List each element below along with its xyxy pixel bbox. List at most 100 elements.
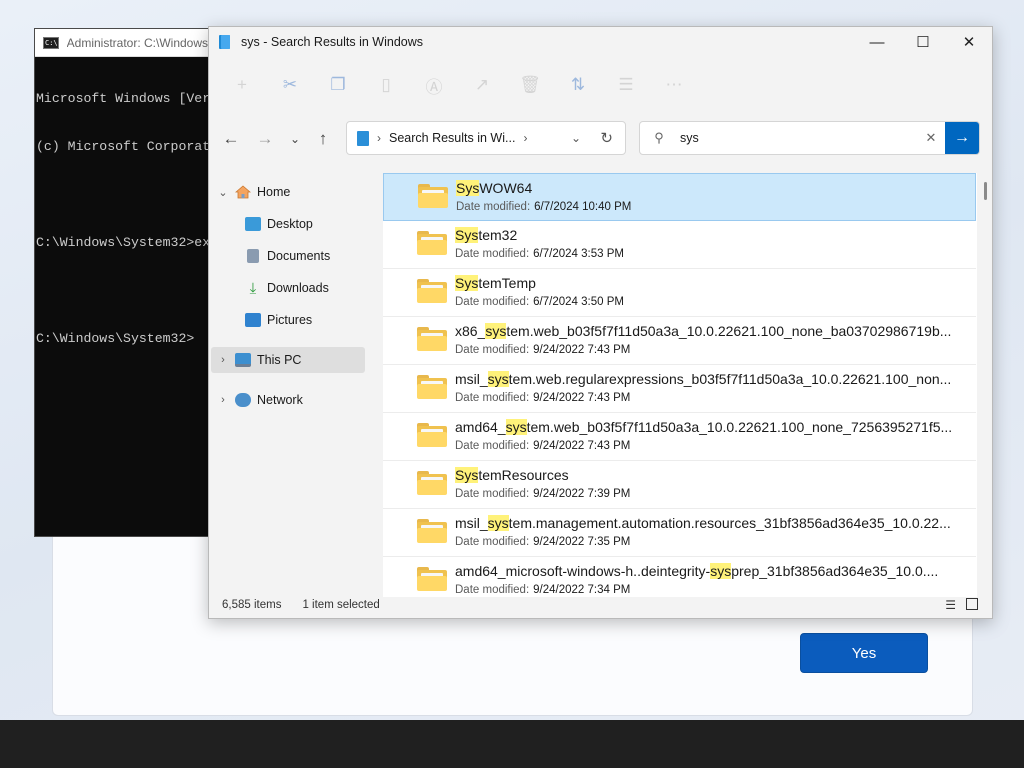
address-bar[interactable]: › Search Results in Wi... › ⌄ ↻ bbox=[346, 121, 626, 155]
date-value: 9/24/2022 7:43 PM bbox=[533, 344, 631, 356]
tiles-view-icon[interactable] bbox=[966, 598, 978, 610]
date-modified: Date modified: 9/24/2022 7:43 PM bbox=[455, 344, 630, 356]
table-row[interactable]: System32 Date modified: 6/7/2024 3:53 PM bbox=[383, 221, 976, 269]
table-row[interactable]: amd64_system.web_b03f5f7f11d50a3a_10.0.2… bbox=[383, 413, 976, 461]
more-icon[interactable]: ⋯ bbox=[661, 75, 687, 95]
nav-item-documents[interactable]: Documents 📌 bbox=[245, 243, 422, 269]
date-label: Date modified: bbox=[455, 488, 530, 500]
cmd-line: (c) Microsoft Corporation. All rights re… bbox=[36, 139, 233, 154]
search-go-button[interactable]: → bbox=[945, 122, 979, 154]
close-button[interactable]: ✕ bbox=[946, 27, 992, 57]
copy-icon[interactable]: ❐ bbox=[325, 75, 351, 95]
file-name: amd64_microsoft-windows-h..deintegrity-s… bbox=[455, 563, 967, 579]
documents-icon bbox=[247, 249, 259, 263]
search-results-list[interactable]: SysWOW64 Date modified: 6/7/2024 10:40 PM S… bbox=[383, 173, 977, 597]
command-bar: + ✂ ❐ ▯ Ⓐ ↗ 🗑 ⇅ ☰ ⋯ bbox=[209, 59, 992, 111]
recent-dropdown-button[interactable]: ⌄ bbox=[281, 125, 309, 153]
date-label: Date modified: bbox=[456, 201, 531, 213]
nav-item-network[interactable]: › Network bbox=[217, 387, 303, 413]
cmd-window[interactable]: C:\ Administrator: C:\Windows\System32\c… bbox=[34, 28, 234, 537]
scrollbar-thumb[interactable] bbox=[984, 182, 987, 200]
nav-label: Desktop bbox=[267, 217, 313, 231]
chevron-down-icon[interactable]: ⌄ bbox=[217, 186, 229, 199]
name-suffix: temTemp bbox=[478, 275, 536, 291]
cmd-line: C:\Windows\System32>explorer bbox=[36, 235, 233, 250]
back-button[interactable]: ← bbox=[217, 125, 245, 153]
new-icon[interactable]: + bbox=[229, 75, 255, 95]
name-prefix: amd64_ bbox=[455, 419, 506, 435]
date-label: Date modified: bbox=[455, 440, 530, 452]
folder-icon bbox=[417, 423, 447, 447]
date-modified: Date modified: 6/7/2024 10:40 PM bbox=[456, 201, 631, 213]
breadcrumb-chevron-icon[interactable]: › bbox=[377, 131, 381, 145]
clear-search-icon[interactable]: ✕ bbox=[917, 130, 945, 146]
nav-item-home[interactable]: ⌄ Home bbox=[217, 179, 290, 205]
paste-icon[interactable]: ▯ bbox=[373, 75, 399, 95]
file-name: amd64_system.web_b03f5f7f11d50a3a_10.0.2… bbox=[455, 419, 967, 435]
file-name: x86_system.web_b03f5f7f11d50a3a_10.0.226… bbox=[455, 323, 967, 339]
yes-button[interactable]: Yes bbox=[800, 633, 928, 673]
nav-item-downloads[interactable]: ⤓ Downloads 📌 bbox=[245, 275, 421, 301]
explorer-window[interactable]: sys - Search Results in Windows — ☐ ✕ + … bbox=[208, 26, 993, 619]
table-row[interactable]: SystemTemp Date modified: 6/7/2024 3:50 PM bbox=[383, 269, 976, 317]
file-name: System32 bbox=[455, 227, 967, 243]
maximize-button[interactable]: ☐ bbox=[900, 27, 946, 57]
breadcrumb[interactable]: Search Results in Wi... bbox=[389, 131, 515, 145]
date-value: 6/7/2024 10:40 PM bbox=[534, 201, 632, 213]
name-suffix: tem32 bbox=[478, 227, 518, 243]
breadcrumb-chevron-icon[interactable]: › bbox=[523, 131, 527, 145]
folder-icon bbox=[417, 471, 447, 495]
name-suffix: tem.web.regularexpressions_b03f5f7f11d50… bbox=[508, 371, 952, 387]
date-label: Date modified: bbox=[455, 392, 530, 404]
forward-button[interactable]: → bbox=[251, 125, 279, 153]
table-row[interactable]: SystemResources Date modified: 9/24/2022 7… bbox=[383, 461, 976, 509]
cut-icon[interactable]: ✂ bbox=[277, 75, 303, 95]
cmd-console[interactable]: Microsoft Windows [Version 10.0.22621] (… bbox=[35, 57, 233, 379]
name-prefix: amd64_microsoft-windows-h..deintegrity- bbox=[455, 563, 711, 579]
share-icon[interactable]: ↗ bbox=[469, 75, 495, 95]
explorer-titlebar[interactable]: sys - Search Results in Windows — ☐ ✕ bbox=[209, 27, 992, 57]
sort-icon[interactable]: ⇅ bbox=[565, 75, 591, 95]
this-pc-icon bbox=[235, 353, 251, 367]
downloads-icon: ⤓ bbox=[249, 279, 257, 297]
navigation-bar: ← → ⌄ ↑ › Search Results in Wi... › ⌄ ↻ … bbox=[209, 121, 992, 157]
search-match-highlight: sys bbox=[505, 419, 527, 435]
view-icon[interactable]: ☰ bbox=[613, 75, 639, 95]
table-row[interactable]: msil_system.management.automation.resour… bbox=[383, 509, 976, 557]
date-modified: Date modified: 9/24/2022 7:43 PM bbox=[455, 392, 630, 404]
folder-icon bbox=[417, 567, 447, 591]
folder-icon bbox=[417, 327, 447, 351]
search-box[interactable]: ⚲ sys ✕ → bbox=[639, 121, 980, 155]
name-suffix: temResources bbox=[478, 467, 569, 483]
name-suffix: tem.web_b03f5f7f11d50a3a_10.0.22621.100_… bbox=[506, 323, 952, 339]
refresh-icon[interactable]: ↻ bbox=[600, 129, 613, 147]
details-view-icon[interactable]: ☰ bbox=[945, 598, 956, 612]
table-row[interactable]: msil_system.web.regularexpressions_b03f5… bbox=[383, 365, 976, 413]
minimize-button[interactable]: — bbox=[854, 27, 900, 57]
up-button[interactable]: ↑ bbox=[309, 125, 337, 153]
folder-icon bbox=[417, 519, 447, 543]
search-folder-icon bbox=[217, 34, 233, 50]
chevron-right-icon[interactable]: › bbox=[217, 354, 229, 366]
date-value: 9/24/2022 7:35 PM bbox=[533, 536, 631, 548]
date-value: 6/7/2024 3:50 PM bbox=[533, 296, 624, 308]
nav-item-this-pc[interactable]: › This PC bbox=[211, 347, 365, 373]
nav-item-pictures[interactable]: Pictures 📌 bbox=[245, 307, 404, 333]
cmd-line: Microsoft Windows [Version 10.0.22621] bbox=[36, 91, 233, 106]
name-suffix: tem.web_b03f5f7f11d50a3a_10.0.22621.100_… bbox=[526, 419, 953, 435]
table-row[interactable]: amd64_microsoft-windows-h..deintegrity-s… bbox=[383, 557, 976, 597]
item-count: 6,585 items bbox=[222, 599, 282, 611]
table-row[interactable]: SysWOW64 Date modified: 6/7/2024 10:40 PM bbox=[383, 173, 976, 221]
delete-icon[interactable]: 🗑 bbox=[517, 75, 543, 95]
chevron-down-icon[interactable]: ⌄ bbox=[571, 131, 581, 145]
date-label: Date modified: bbox=[455, 296, 530, 308]
folder-icon bbox=[417, 375, 447, 399]
search-input[interactable]: sys bbox=[670, 131, 917, 145]
nav-item-desktop[interactable]: Desktop 📌 bbox=[245, 211, 405, 237]
table-row[interactable]: x86_system.web_b03f5f7f11d50a3a_10.0.226… bbox=[383, 317, 976, 365]
search-match-highlight: sys bbox=[485, 323, 507, 339]
date-value: 6/7/2024 3:53 PM bbox=[533, 248, 624, 260]
chevron-right-icon[interactable]: › bbox=[217, 394, 229, 406]
cmd-titlebar[interactable]: C:\ Administrator: C:\Windows\System32\c… bbox=[35, 29, 233, 57]
rename-icon[interactable]: Ⓐ bbox=[421, 73, 447, 98]
